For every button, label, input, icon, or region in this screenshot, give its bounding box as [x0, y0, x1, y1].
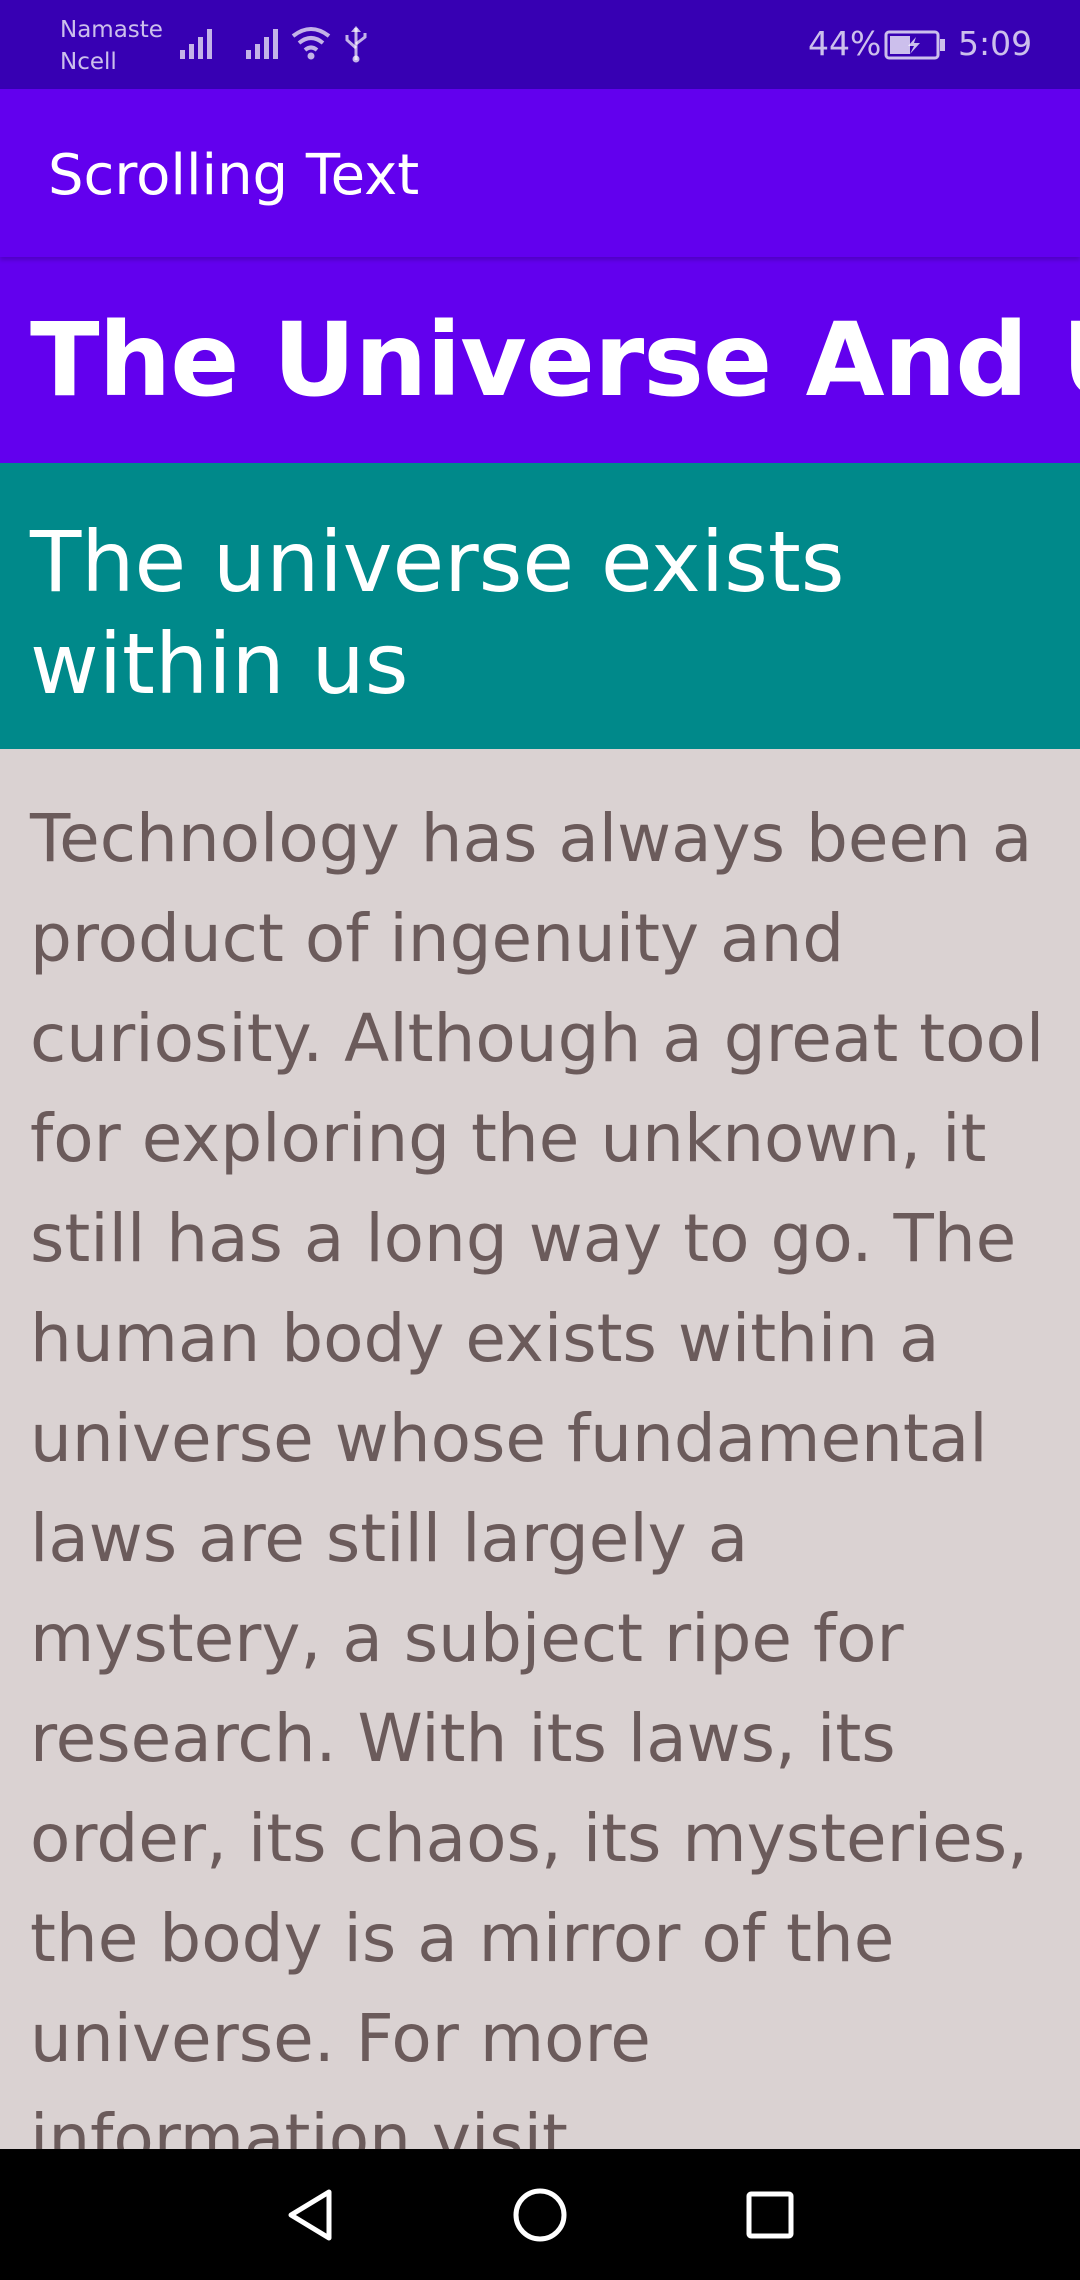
article-scroll-view[interactable]: Technology has always been a product of …	[0, 749, 1080, 2149]
back-button[interactable]	[245, 2149, 375, 2280]
recents-icon	[746, 2191, 794, 2238]
status-bar: Namaste Ncell 44% 5:09	[0, 0, 1080, 89]
heading-text: The Universe And Us	[30, 301, 1080, 420]
subheading-text: The universe exists within us	[30, 513, 845, 713]
home-button[interactable]	[475, 2149, 605, 2280]
heading-section: The Universe And Us	[0, 257, 1080, 463]
app-bar: Scrolling Text	[0, 89, 1080, 257]
carrier-line-1: Namaste	[60, 17, 163, 43]
battery-charging-icon	[884, 30, 945, 60]
wifi-icon	[291, 27, 331, 60]
carrier-name: Namaste Ncell	[60, 14, 163, 78]
signal-icon	[180, 29, 212, 59]
home-icon	[513, 2188, 567, 2241]
usb-icon	[345, 26, 367, 63]
recents-button[interactable]	[705, 2149, 835, 2280]
clock: 5:09	[958, 24, 1033, 63]
back-icon	[288, 2189, 332, 2240]
carrier-line-2: Ncell	[60, 49, 117, 75]
battery-percentage: 44%	[808, 24, 882, 63]
article-text: Technology has always been a product of …	[30, 800, 1045, 2149]
app-title: Scrolling Text	[48, 143, 420, 208]
navigation-bar	[0, 2149, 1080, 2280]
subheading-section: The universe exists within us	[0, 463, 1080, 749]
signal-icon	[246, 29, 278, 59]
screen: Namaste Ncell 44% 5:09 Scrolling Text Th…	[0, 0, 1080, 2280]
